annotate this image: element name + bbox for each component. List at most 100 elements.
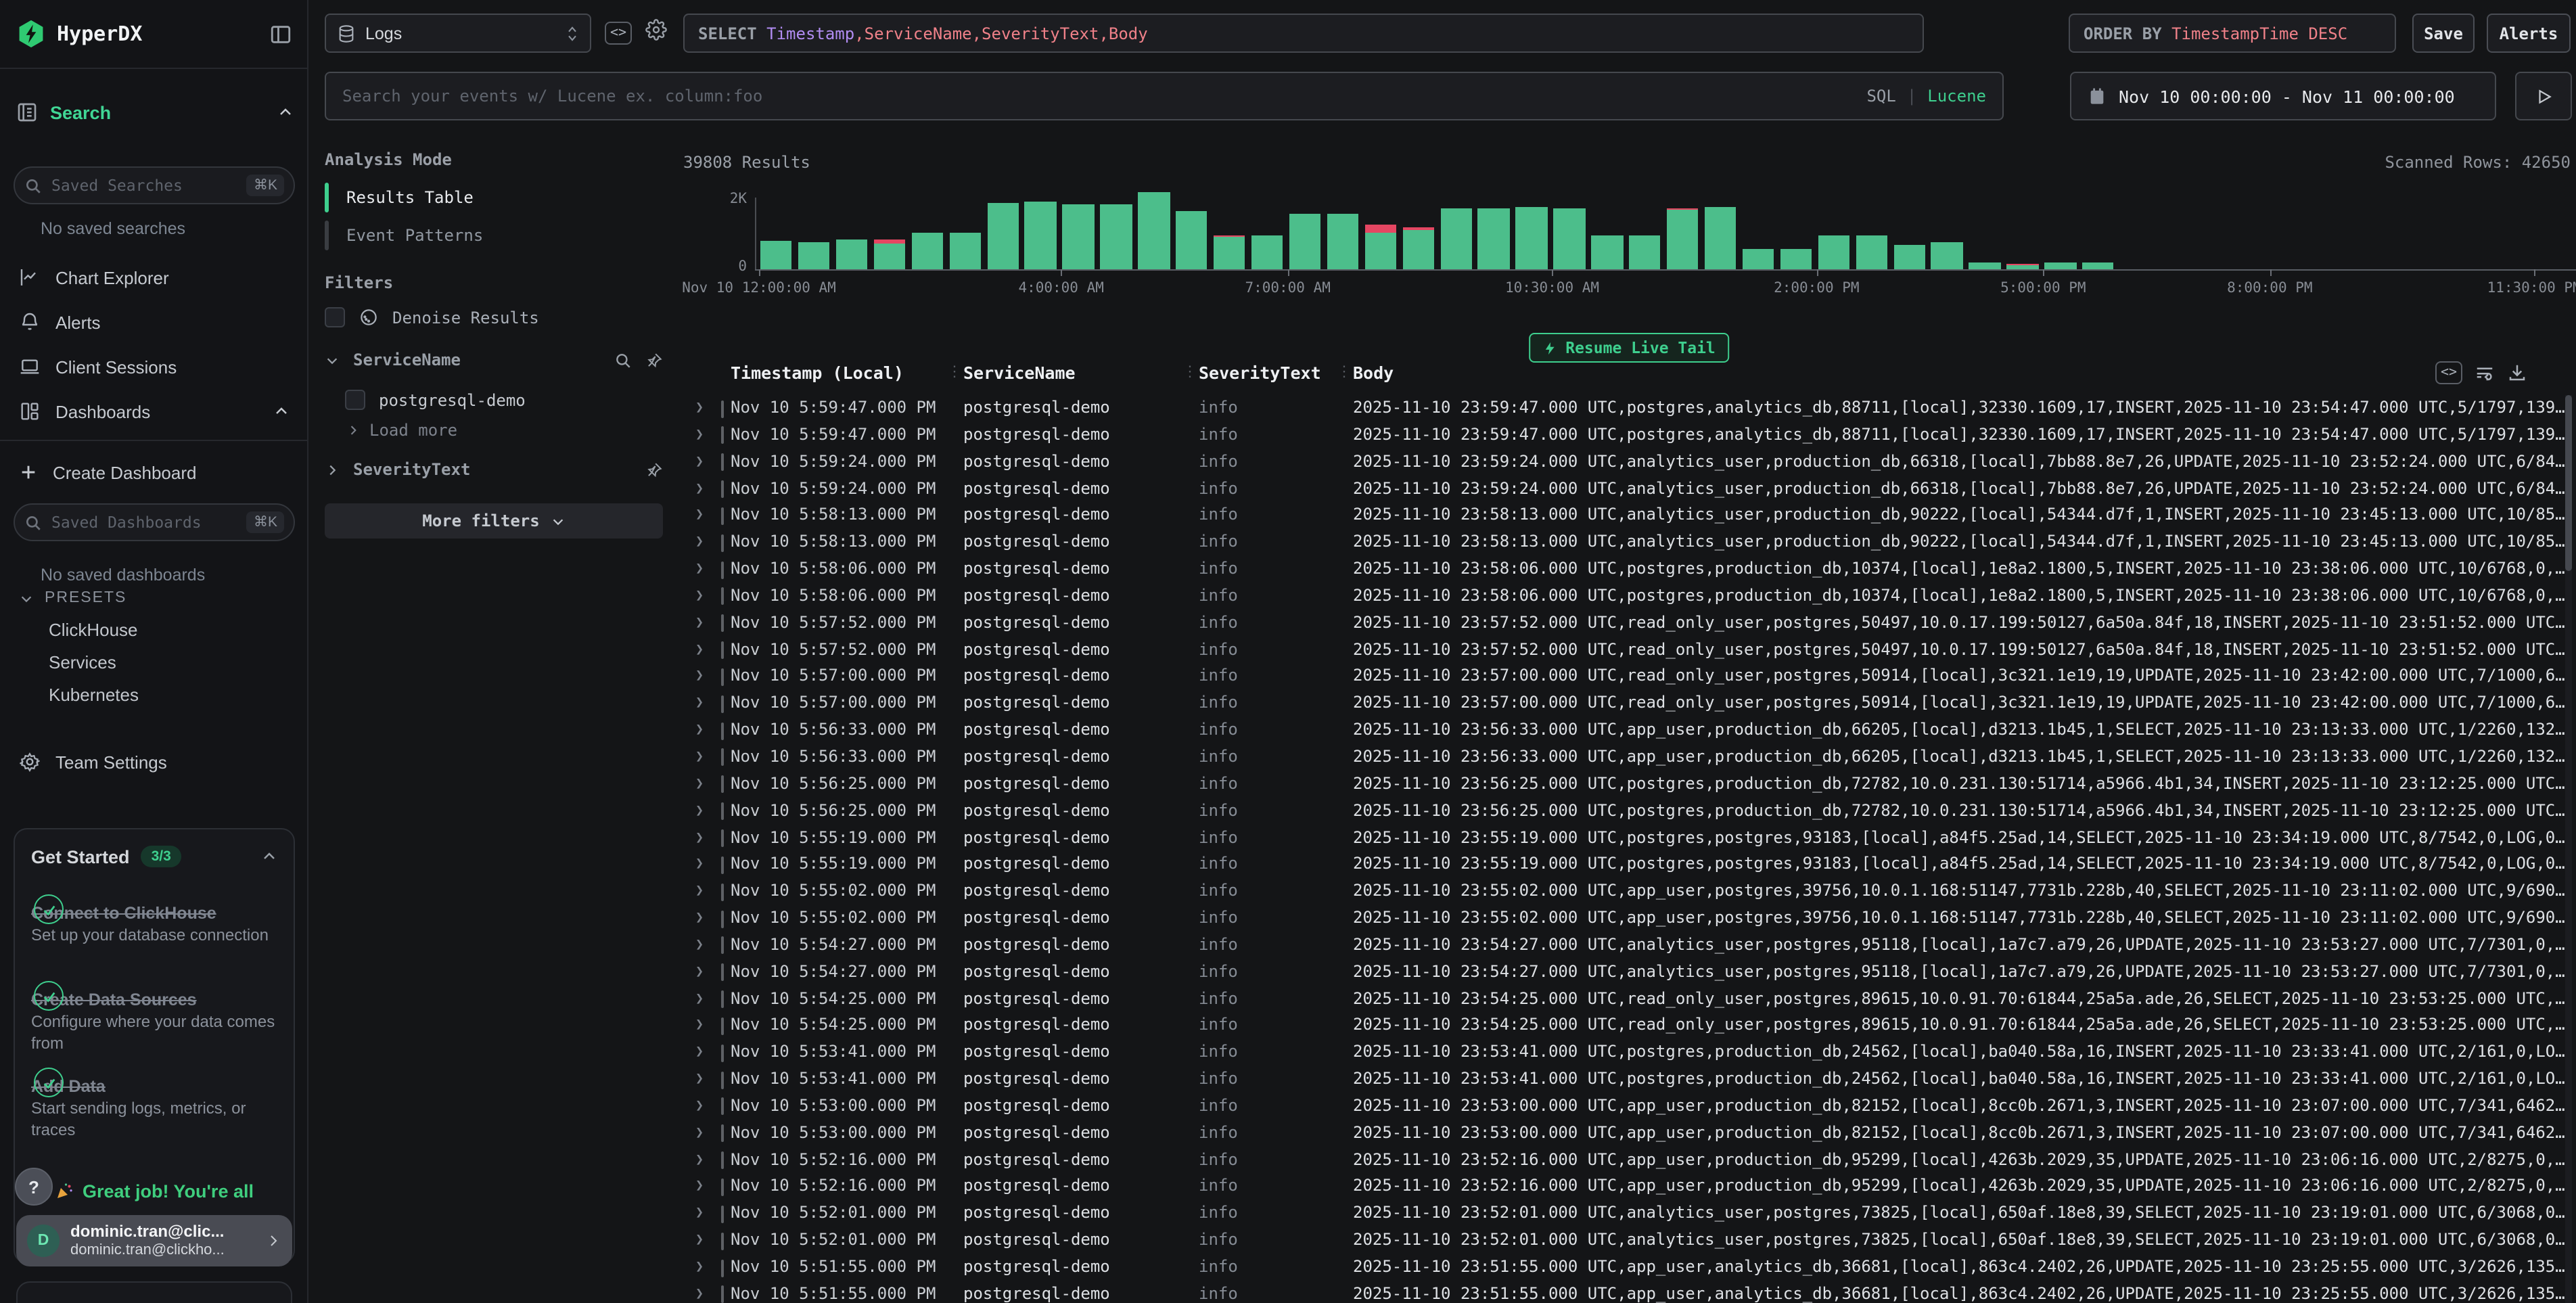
row-expand-chevron-icon[interactable]: ❯ — [695, 1040, 714, 1067]
sidebar-collapse-icon[interactable] — [269, 22, 292, 45]
histogram-bar[interactable] — [1063, 205, 1095, 269]
histogram-bar[interactable] — [1364, 225, 1396, 269]
denoise-filter-row[interactable]: Denoise Results — [325, 307, 663, 327]
table-row[interactable]: ❯Nov 10 5:58:13.000 PMpostgresql-demoinf… — [683, 503, 2576, 530]
lucene-toggle[interactable]: Lucene — [1927, 87, 1986, 106]
table-row[interactable]: ❯Nov 10 5:54:25.000 PMpostgresql-demoinf… — [683, 986, 2576, 1013]
table-row[interactable]: ❯Nov 10 5:58:06.000 PMpostgresql-demoinf… — [683, 556, 2576, 583]
row-expand-chevron-icon[interactable]: ❯ — [695, 1281, 714, 1303]
table-row[interactable]: ❯Nov 10 5:51:55.000 PMpostgresql-demoinf… — [683, 1281, 2576, 1303]
run-query-button[interactable] — [2515, 72, 2572, 120]
sidebar-item-dashboards[interactable]: Dashboards — [0, 391, 308, 432]
histogram-bar[interactable] — [1251, 235, 1283, 269]
row-expand-chevron-icon[interactable]: ❯ — [695, 744, 714, 771]
histogram-bar[interactable] — [874, 239, 906, 269]
preset-item-kubernetes[interactable]: Kubernetes — [49, 685, 139, 705]
order-by-editor[interactable]: ORDER BY TimestampTime DESC — [2069, 14, 2396, 53]
histogram-bar[interactable] — [1856, 235, 1887, 269]
scrollbar-thumb[interactable] — [2565, 395, 2572, 571]
wrap-lines-icon[interactable] — [2475, 363, 2495, 383]
histogram-bar[interactable] — [1402, 228, 1434, 269]
table-row[interactable]: ❯Nov 10 5:57:00.000 PMpostgresql-demoinf… — [683, 691, 2576, 718]
table-row[interactable]: ❯Nov 10 5:56:33.000 PMpostgresql-demoinf… — [683, 744, 2576, 771]
histogram-bar[interactable] — [987, 204, 1019, 269]
histogram-bar[interactable] — [836, 239, 868, 269]
histogram-bar[interactable] — [1667, 208, 1699, 269]
row-expand-chevron-icon[interactable]: ❯ — [695, 556, 714, 583]
row-expand-chevron-icon[interactable]: ❯ — [695, 422, 714, 449]
histogram-bar[interactable] — [1516, 207, 1548, 269]
table-row[interactable]: ❯Nov 10 5:56:33.000 PMpostgresql-demoinf… — [683, 717, 2576, 744]
sidebar-item-client-sessions[interactable]: Client Sessions — [0, 346, 308, 387]
table-row[interactable]: ❯Nov 10 5:53:41.000 PMpostgresql-demoinf… — [683, 1066, 2576, 1093]
row-expand-chevron-icon[interactable]: ❯ — [695, 1066, 714, 1093]
pin-icon[interactable] — [645, 351, 663, 369]
row-expand-chevron-icon[interactable]: ❯ — [695, 395, 714, 422]
table-row[interactable]: ❯Nov 10 5:58:06.000 PMpostgresql-demoinf… — [683, 583, 2576, 610]
row-expand-chevron-icon[interactable]: ❯ — [695, 1093, 714, 1120]
resume-live-tail-button[interactable]: Resume Live Tail — [1529, 333, 1729, 363]
row-expand-chevron-icon[interactable]: ❯ — [695, 1120, 714, 1147]
get-started-step[interactable]: Connect to ClickHouseSet up your databas… — [31, 884, 280, 946]
row-expand-chevron-icon[interactable]: ❯ — [695, 691, 714, 718]
row-expand-chevron-icon[interactable]: ❯ — [695, 771, 714, 798]
get-started-step[interactable]: Create Data SourcesConfigure where your … — [31, 970, 280, 1054]
table-row[interactable]: ❯Nov 10 5:53:00.000 PMpostgresql-demoinf… — [683, 1120, 2576, 1147]
filter-group-servicename[interactable]: ServiceName — [325, 350, 663, 369]
histogram-bar[interactable] — [1629, 235, 1661, 269]
row-expand-chevron-icon[interactable]: ❯ — [695, 825, 714, 852]
table-row[interactable]: ❯Nov 10 5:59:47.000 PMpostgresql-demoinf… — [683, 395, 2576, 422]
table-row[interactable]: ❯Nov 10 5:54:25.000 PMpostgresql-demoinf… — [683, 1013, 2576, 1040]
create-dashboard-button[interactable]: Create Dashboard — [0, 452, 308, 493]
histogram-bar[interactable] — [1818, 235, 1849, 269]
col-header-timestamp[interactable]: Timestamp (Local) — [731, 363, 904, 383]
histogram-bar[interactable] — [1780, 250, 1812, 269]
get-started-step[interactable]: Add DataStart sending logs, metrics, or … — [31, 1057, 280, 1141]
row-expand-chevron-icon[interactable]: ❯ — [695, 583, 714, 610]
user-menu[interactable]: D dominic.tran@clic... dominic.tran@clic… — [16, 1215, 292, 1266]
histogram-bar[interactable] — [1101, 205, 1132, 269]
histogram-bar[interactable] — [1931, 243, 1963, 269]
save-button[interactable]: Save — [2412, 14, 2475, 53]
servicename-checkbox[interactable] — [345, 390, 365, 410]
histogram-bar[interactable] — [949, 233, 981, 269]
table-row[interactable]: ❯Nov 10 5:54:27.000 PMpostgresql-demoinf… — [683, 959, 2576, 986]
table-row[interactable]: ❯Nov 10 5:55:02.000 PMpostgresql-demoinf… — [683, 878, 2576, 905]
pin-icon[interactable] — [645, 461, 663, 478]
column-resize-handle[interactable]: ⋮ — [947, 363, 962, 380]
histogram-bar[interactable] — [1327, 213, 1359, 269]
more-filters-button[interactable]: More filters — [325, 503, 663, 539]
table-scrollbar[interactable] — [2565, 395, 2572, 1303]
lucene-search-input[interactable]: Search your events w/ Lucene ex. column:… — [325, 72, 2004, 120]
denoise-checkbox[interactable] — [325, 307, 345, 327]
row-expand-chevron-icon[interactable]: ❯ — [695, 852, 714, 879]
analysis-mode-event-patterns[interactable]: Event Patterns — [325, 219, 663, 252]
sidebar-section-search[interactable]: Search — [16, 101, 294, 123]
preset-item-clickhouse[interactable]: ClickHouse — [49, 620, 138, 640]
alerts-button[interactable]: Alerts — [2487, 14, 2571, 53]
table-row[interactable]: ❯Nov 10 5:52:01.000 PMpostgresql-demoinf… — [683, 1201, 2576, 1228]
histogram-bar[interactable] — [2007, 265, 2039, 269]
row-expand-chevron-icon[interactable]: ❯ — [695, 878, 714, 905]
histogram-bar[interactable] — [2082, 262, 2114, 269]
col-header-severitytext[interactable]: SeverityText — [1199, 363, 1321, 383]
histogram-bar[interactable] — [1478, 208, 1510, 269]
histogram-bar[interactable] — [1743, 250, 1774, 269]
histogram-bar[interactable] — [1554, 208, 1586, 269]
row-expand-chevron-icon[interactable]: ❯ — [695, 717, 714, 744]
saved-dashboards-input[interactable]: Saved Dashboards ⌘K — [14, 503, 295, 541]
histogram-bar[interactable] — [1289, 213, 1321, 269]
row-expand-chevron-icon[interactable]: ❯ — [695, 986, 714, 1013]
histogram-bar[interactable] — [1025, 202, 1057, 269]
table-row[interactable]: ❯Nov 10 5:52:16.000 PMpostgresql-demoinf… — [683, 1174, 2576, 1201]
row-expand-chevron-icon[interactable]: ❯ — [695, 1147, 714, 1174]
table-row[interactable]: ❯Nov 10 5:58:13.000 PMpostgresql-demoinf… — [683, 529, 2576, 556]
sidebar-item-alerts[interactable]: Alerts — [0, 302, 308, 342]
table-row[interactable]: ❯Nov 10 5:53:41.000 PMpostgresql-demoinf… — [683, 1040, 2576, 1067]
row-expand-chevron-icon[interactable]: ❯ — [695, 1254, 714, 1281]
row-expand-chevron-icon[interactable]: ❯ — [695, 1201, 714, 1228]
row-expand-chevron-icon[interactable]: ❯ — [695, 798, 714, 825]
table-row[interactable]: ❯Nov 10 5:52:16.000 PMpostgresql-demoinf… — [683, 1147, 2576, 1174]
histogram-bar[interactable] — [1893, 245, 1925, 269]
table-row[interactable]: ❯Nov 10 5:55:19.000 PMpostgresql-demoinf… — [683, 825, 2576, 852]
